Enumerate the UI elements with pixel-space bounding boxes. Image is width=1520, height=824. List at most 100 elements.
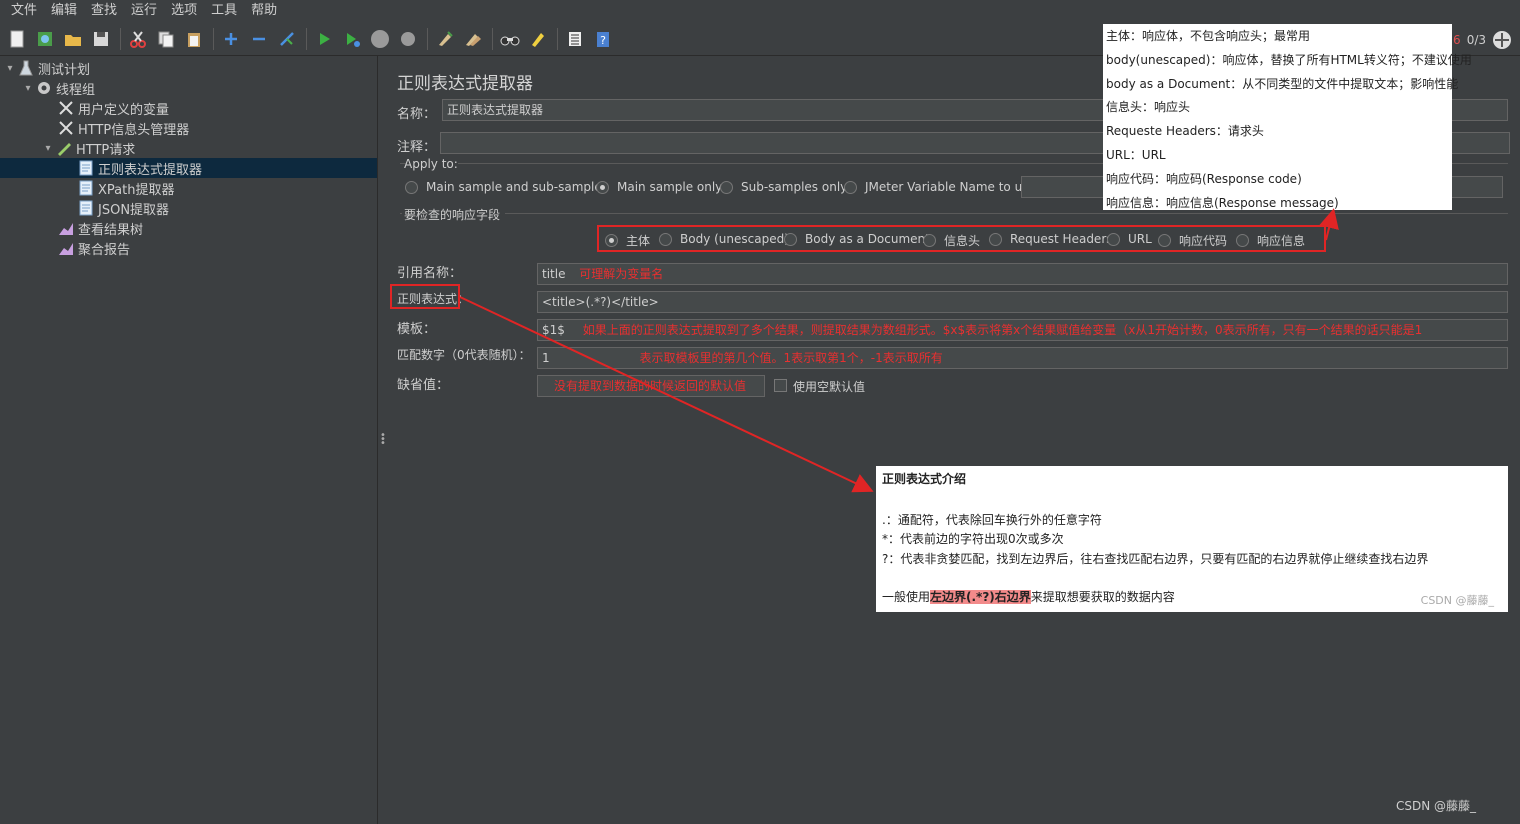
chevron-down-icon[interactable]: ▾ — [42, 142, 54, 154]
radio-main-and-sub[interactable]: Main sample and sub-samples — [405, 180, 608, 194]
match-no-input[interactable]: 1 表示取模板里的第几个值。1表示取第1个，-1表示取所有 — [537, 347, 1508, 369]
radio-main-only[interactable]: Main sample only — [596, 180, 722, 194]
shutdown-icon[interactable] — [397, 28, 419, 50]
use-empty-default-checkbox[interactable] — [774, 379, 787, 392]
tree-item-xpath-extractor[interactable]: XPath提取器 — [0, 178, 377, 198]
menu-file[interactable]: 文件 — [4, 0, 44, 22]
toolbar-separator — [306, 27, 307, 50]
tree-item-aggregate-report[interactable]: 聚合报告 — [0, 238, 377, 258]
regex-input[interactable]: <title>(.*?)</title> — [537, 291, 1508, 313]
match-no-value: 1 — [542, 351, 550, 365]
tree-item-label: HTTP信息头管理器 — [78, 122, 190, 138]
start-no-pause-icon[interactable] — [341, 28, 363, 50]
remote-icon[interactable] — [1492, 30, 1512, 50]
usage-prefix: 一般使用 — [882, 590, 931, 604]
collapse-icon[interactable] — [248, 28, 270, 50]
tree-item-label: 线程组 — [56, 82, 96, 98]
template-annotation: 如果上面的正则表达式提取到了多个结果，则提取结果为数组形式。$x$表示将第x个结… — [582, 323, 1423, 337]
radio-jmeter-var[interactable]: JMeter Variable Name to use — [844, 180, 1036, 194]
popup-line: Requeste Headers：请求头 — [1106, 124, 1264, 139]
tree-item-label: 聚合报告 — [78, 242, 131, 258]
cut-icon[interactable] — [127, 28, 149, 50]
usage-highlight: 左边界(.*?)右边界 — [930, 590, 1031, 604]
radio-circle[interactable] — [720, 180, 733, 194]
radio-circle[interactable] — [596, 180, 609, 194]
tree-item-label: 用户定义的变量 — [78, 102, 170, 118]
error-count[interactable]: 6 — [1453, 33, 1461, 47]
tree-item-test-plan[interactable]: ▾ 测试计划 — [0, 58, 377, 78]
radio-label: JMeter Variable Name to use — [865, 180, 1036, 194]
start-icon[interactable] — [313, 28, 335, 50]
chevron-down-icon[interactable]: ▾ — [22, 82, 34, 94]
menu-run[interactable]: 运行 — [124, 0, 164, 22]
tree-item-label: HTTP请求 — [76, 142, 136, 158]
menu-options[interactable]: 选项 — [164, 0, 204, 22]
menu-edit[interactable]: 编辑 — [44, 0, 84, 22]
template-label: 模板： — [397, 322, 437, 337]
tree-item-result-tree[interactable]: 查看结果树 — [0, 218, 377, 238]
save-icon[interactable] — [90, 28, 112, 50]
popup-line: 主体：响应体，不包含响应头；最常用 — [1106, 29, 1311, 43]
gear-icon — [36, 80, 52, 96]
default-value-input[interactable]: 没有提取到数据的时候返回的默认值 — [537, 375, 765, 397]
menu-tools[interactable]: 工具 — [204, 0, 244, 22]
tools-icon — [58, 100, 74, 116]
radio-circle[interactable] — [405, 180, 418, 194]
menu-search[interactable]: 查找 — [84, 0, 124, 22]
tree-item-thread-group[interactable]: ▾ 线程组 — [0, 78, 377, 98]
tree-item-user-vars[interactable]: 用户定义的变量 — [0, 98, 377, 118]
watermark: CSDN @藤藤_ — [1395, 799, 1476, 813]
comment-label: 注释： — [397, 140, 437, 155]
tree-item-label: XPath提取器 — [98, 182, 175, 198]
template-value: $1$ — [542, 323, 565, 337]
chart-icon — [58, 240, 74, 256]
search-icon[interactable] — [499, 28, 521, 50]
radio-label: Sub-samples only — [741, 180, 848, 194]
regex-label-highlight — [390, 284, 460, 309]
name-label: 名称： — [397, 107, 437, 122]
toolbar-separator — [492, 27, 493, 50]
flask-icon — [18, 60, 34, 76]
new-icon[interactable] — [6, 28, 28, 50]
menu-bar: 文件 编辑 查找 运行 选项 工具 帮助 — [0, 0, 1520, 22]
tree-item-label: JSON提取器 — [98, 202, 170, 218]
match-no-label: 匹配数字（0代表随机）： — [397, 348, 531, 362]
chevron-down-icon[interactable]: ▾ — [4, 62, 16, 74]
radio-label: Main sample only — [617, 180, 723, 194]
doc-icon — [78, 200, 94, 216]
copy-icon[interactable] — [155, 28, 177, 50]
stop-icon[interactable] — [369, 28, 391, 50]
tree-item-json-extractor[interactable]: JSON提取器 — [0, 198, 377, 218]
field-to-check-label: 要检查的响应字段 — [404, 208, 501, 222]
paste-icon[interactable] — [183, 28, 205, 50]
help-icon[interactable]: ? — [592, 28, 614, 50]
match-no-annotation: 表示取模板里的第几个值。1表示取第1个，-1表示取所有 — [639, 351, 943, 365]
toolbar-separator — [120, 27, 121, 50]
radio-circle[interactable] — [844, 180, 857, 194]
popup-title: 正则表达式介绍 — [882, 472, 967, 486]
tree-item-regex-extractor[interactable]: 正则表达式提取器 — [0, 158, 377, 178]
apply-to-label: Apply to: — [404, 157, 458, 171]
divider — [400, 213, 402, 214]
drag-handle-icon[interactable]: • • • — [380, 431, 386, 449]
menu-help[interactable]: 帮助 — [244, 0, 284, 22]
radio-sub-only[interactable]: Sub-samples only — [720, 180, 847, 194]
reset-search-icon[interactable] — [527, 28, 549, 50]
clear-all-icon[interactable] — [462, 28, 484, 50]
tree-item-label: 测试计划 — [38, 62, 91, 78]
doc-icon — [78, 180, 94, 196]
clear-icon[interactable] — [434, 28, 456, 50]
tree-item-http-request[interactable]: ▾ HTTP请求 — [0, 138, 377, 158]
popup-usage-line: 一般使用左边界(.*?)右边界来提取想要获取的数据内容 — [882, 588, 1175, 605]
pen-icon — [56, 140, 72, 156]
toggle-icon[interactable] — [276, 28, 298, 50]
templates-icon[interactable] — [34, 28, 56, 50]
ref-name-input[interactable]: title 可理解为变量名 — [537, 263, 1508, 285]
field-explanation-popup: 主体：响应体，不包含响应头；最常用 body(unescaped)：响应体，替换… — [1103, 24, 1472, 210]
toolbar-separator — [557, 27, 558, 50]
tree-item-header-manager[interactable]: HTTP信息头管理器 — [0, 118, 377, 138]
function-helper-icon[interactable] — [564, 28, 586, 50]
expand-icon[interactable] — [220, 28, 242, 50]
open-icon[interactable] — [62, 28, 84, 50]
template-input[interactable]: $1$ 如果上面的正则表达式提取到了多个结果，则提取结果为数组形式。$x$表示将… — [537, 319, 1508, 341]
